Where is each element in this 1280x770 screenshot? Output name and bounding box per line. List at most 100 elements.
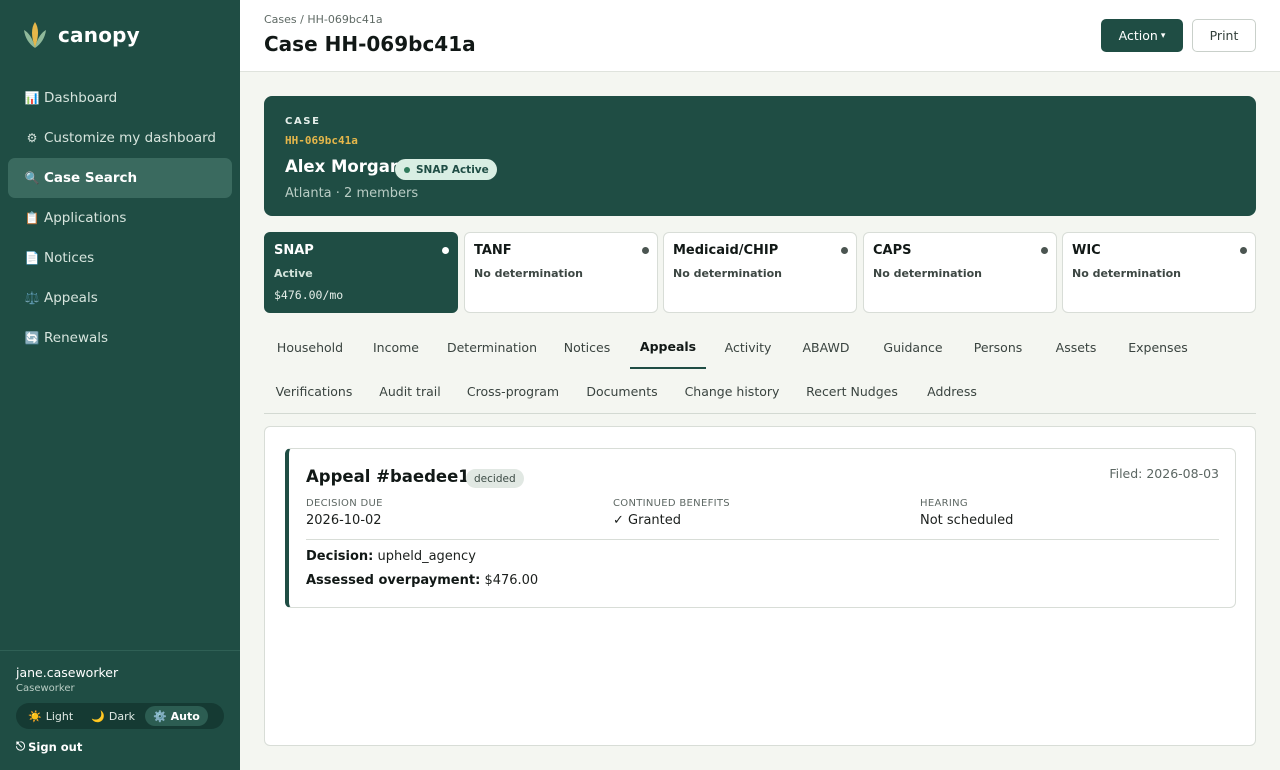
program-card-snap[interactable]: SNAP Active $476.00/mo [264, 232, 458, 313]
theme-auto-label: Auto [170, 709, 200, 723]
theme-dark-label: Dark [108, 709, 135, 723]
decision-line: Decision: upheld_agency [306, 549, 476, 564]
appeal-status-badge: decided [466, 469, 524, 488]
sign-out-label: Sign out [28, 739, 83, 754]
sidebar-item-renewals[interactable]: 🔄 Renewals [8, 318, 232, 358]
program-status: Active [274, 267, 313, 280]
case-client-name: Alex Morgan [285, 157, 402, 176]
appeals-panel: Appeal #baedee11 decided Filed: 2026-08-… [264, 426, 1256, 746]
tab-activity[interactable]: Activity [714, 326, 782, 369]
sidebar-item-label: Notices [44, 250, 95, 266]
tab-notices[interactable]: Notices [552, 326, 622, 369]
theme-toggle: ☀️ Light 🌙 Dark ⚙️ Auto [16, 703, 224, 729]
sidebar-item-dashboard[interactable]: 📊 Dashboard [8, 78, 232, 118]
tab-expenses[interactable]: Expenses [1120, 326, 1196, 369]
status-dot-icon [841, 247, 848, 254]
sidebar-item-notices[interactable]: 📄 Notices [8, 238, 232, 278]
program-card-tanf[interactable]: TANF No determination [464, 232, 658, 313]
tab-assets[interactable]: Assets [1045, 326, 1107, 369]
status-badge: SNAP Active [395, 159, 497, 180]
appeal-card: Appeal #baedee11 decided Filed: 2026-08-… [285, 448, 1236, 608]
program-name: SNAP [274, 243, 314, 258]
program-status: No determination [673, 267, 782, 280]
tab-guidance[interactable]: Guidance [873, 326, 953, 369]
sidebar-item-case-search[interactable]: 🔍 Case Search [8, 158, 232, 198]
tab-address[interactable]: Address [918, 370, 986, 413]
refresh-icon: 🔄 [24, 331, 40, 345]
gear-icon: ⚙️ [152, 709, 167, 723]
tab-verifications[interactable]: Verifications [264, 370, 364, 413]
case-id: HH-069bc41a [285, 134, 358, 147]
print-button[interactable]: Print [1192, 19, 1256, 52]
scales-icon: ⚖️ [24, 291, 40, 305]
sidebar-item-label: Renewals [44, 330, 109, 346]
sidebar-item-label: Appeals [44, 290, 98, 306]
overpayment-value: $476.00 [484, 573, 539, 588]
field-label: DECISION DUE [306, 498, 383, 509]
sidebar-nav: 📊 Dashboard ⚙ Customize my dashboard 🔍 C… [8, 78, 232, 358]
field-label: HEARING [920, 498, 968, 509]
user-name: jane.caseworker [16, 665, 119, 680]
decision-value: upheld_agency [377, 549, 476, 564]
program-status: No determination [873, 267, 982, 280]
sidebar-item-label: Dashboard [44, 90, 118, 106]
status-dot-icon [442, 247, 449, 254]
sidebar-item-customize-dashboard[interactable]: ⚙ Customize my dashboard [8, 118, 232, 158]
app-name: canopy [58, 23, 140, 47]
program-name: WIC [1072, 243, 1101, 258]
gear-icon: ⚙ [26, 131, 38, 145]
decision-label: Decision: [306, 549, 374, 564]
chart-icon: 📊 [24, 91, 40, 105]
sidebar-item-applications[interactable]: 📋 Applications [8, 198, 232, 238]
status-badge-label: SNAP Active [416, 163, 489, 176]
search-icon: 🔍 [24, 171, 40, 185]
program-card-medicaid-chip[interactable]: Medicaid/CHIP No determination [663, 232, 857, 313]
action-button-label: Action [1118, 28, 1158, 43]
program-name: CAPS [873, 243, 912, 258]
theme-light-option[interactable]: ☀️ Light [20, 706, 81, 726]
divider [306, 539, 1219, 540]
tab-audit-trail[interactable]: Audit trail [374, 370, 446, 413]
theme-dark-option[interactable]: 🌙 Dark [83, 706, 143, 726]
program-card-wic[interactable]: WIC No determination [1062, 232, 1256, 313]
sidebar: canopy 📊 Dashboard ⚙ Customize my dashbo… [0, 0, 240, 770]
case-tabs: Household Income Determination Notices A… [264, 326, 1256, 414]
tab-change-history[interactable]: Change history [678, 370, 786, 413]
sidebar-item-label: Applications [44, 210, 127, 226]
theme-auto-option[interactable]: ⚙️ Auto [144, 706, 208, 726]
field-label: CONTINUED BENEFITS [613, 498, 730, 509]
case-kicker: CASE [285, 116, 321, 127]
sidebar-item-appeals[interactable]: ⚖️ Appeals [8, 278, 232, 318]
moon-icon: 🌙 [91, 709, 105, 723]
sidebar-item-label: Customize my dashboard [44, 130, 216, 146]
sidebar-item-label: Case Search [44, 170, 138, 186]
tab-abawd[interactable]: ABAWD [792, 326, 860, 369]
tab-documents[interactable]: Documents [580, 370, 664, 413]
case-subtitle: Atlanta · 2 members [285, 186, 419, 201]
tab-determination[interactable]: Determination [436, 326, 548, 369]
breadcrumb[interactable]: Cases / HH-069bc41a [264, 13, 383, 26]
user-role: Caseworker [16, 683, 75, 694]
program-amount: $476.00/mo [274, 288, 344, 302]
sun-icon: ☀️ [28, 709, 42, 723]
tab-recert-nudges[interactable]: Recert Nudges [800, 370, 904, 413]
chevron-down-icon: ▾ [1160, 30, 1166, 41]
appeal-filed-date: Filed: 2026-08-03 [1109, 466, 1219, 481]
tab-cross-program[interactable]: Cross-program [460, 370, 566, 413]
program-name: TANF [474, 243, 512, 258]
tab-appeals[interactable]: Appeals [630, 326, 706, 369]
status-dot-icon [1041, 247, 1048, 254]
program-card-caps[interactable]: CAPS No determination [863, 232, 1057, 313]
clipboard-icon: 📋 [24, 211, 40, 225]
sign-out-link[interactable]: ⎋ Sign out [16, 739, 224, 754]
action-button[interactable]: Action ▾ [1101, 19, 1183, 52]
brand[interactable]: canopy [22, 20, 140, 50]
appeal-title: Appeal #baedee11 [306, 467, 482, 486]
tab-persons[interactable]: Persons [964, 326, 1032, 369]
tab-income[interactable]: Income [360, 326, 432, 369]
tab-household[interactable]: Household [264, 326, 356, 369]
sidebar-footer: jane.caseworker Caseworker ☀️ Light 🌙 Da… [0, 650, 240, 754]
canopy-logo-icon [24, 22, 46, 48]
program-name: Medicaid/CHIP [673, 243, 779, 258]
theme-light-label: Light [45, 709, 74, 723]
